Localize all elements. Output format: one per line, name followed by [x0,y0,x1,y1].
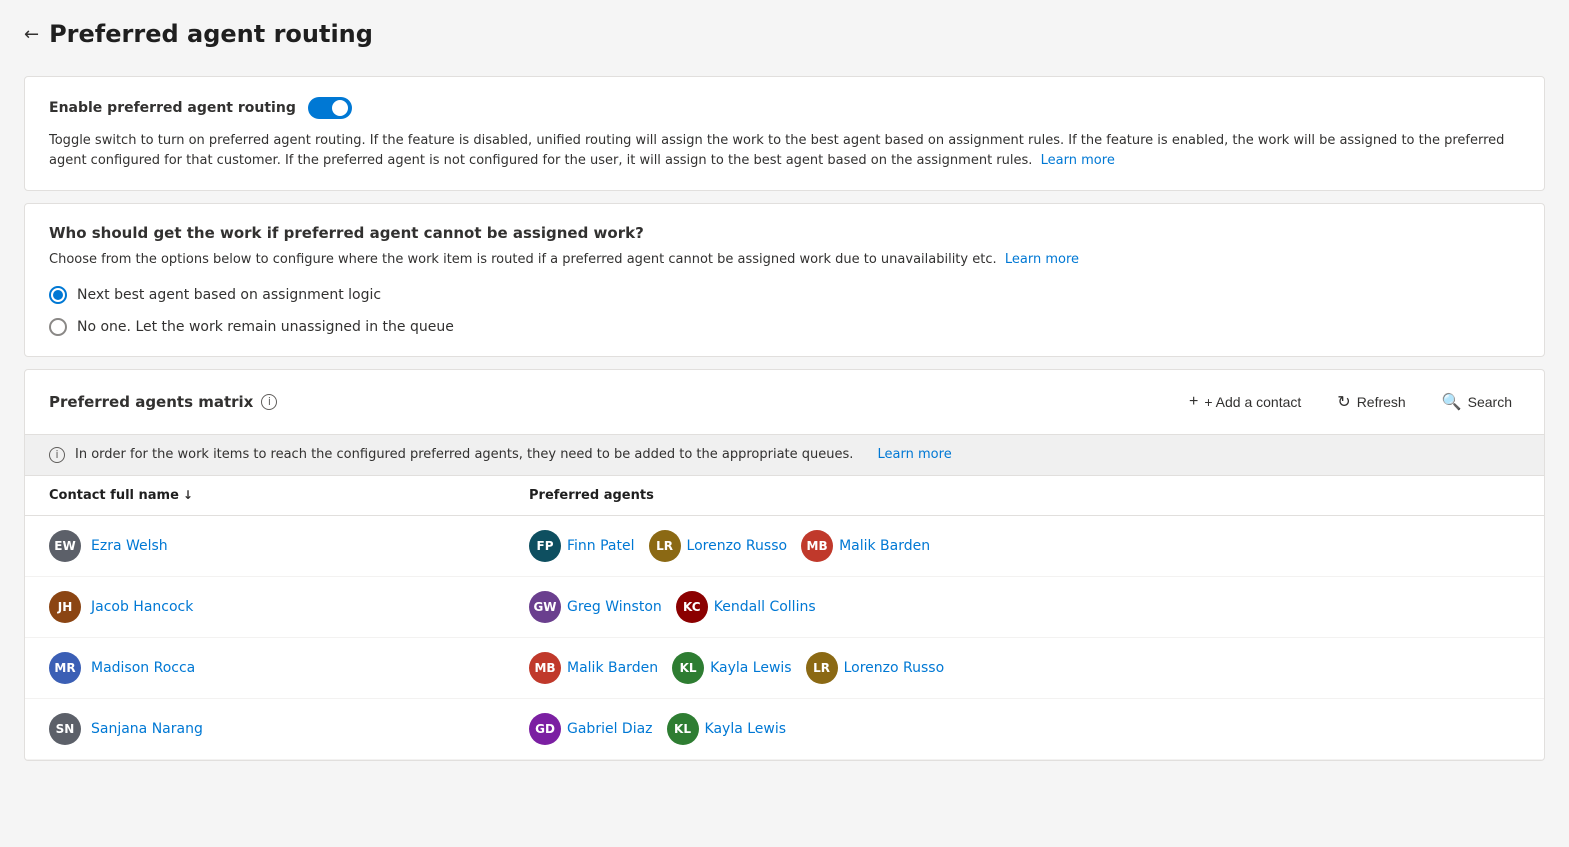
matrix-header: Preferred agents matrix i + + Add a cont… [25,370,1544,435]
banner-text: In order for the work items to reach the… [75,447,853,462]
info-banner: i In order for the work items to reach t… [25,435,1544,476]
refresh-icon: ↻ [1337,392,1350,412]
routing-subtitle: Who should get the work if preferred age… [49,224,1520,242]
sort-arrow-icon: ↓ [183,488,193,502]
table-row: SN Sanjana Narang GD Gabriel Diaz KL Kayla Le… [25,699,1544,760]
radio-option-2[interactable]: No one. Let the work remain unassigned i… [49,318,1520,336]
agent-avatar: MB [801,530,833,562]
agent-name-link[interactable]: Malik Barden [567,660,658,676]
refresh-button[interactable]: ↻ Refresh [1329,386,1413,418]
col-contact-header: Contact full name ↓ [49,488,529,503]
page-header: ← Preferred agent routing [24,20,1545,48]
agent-name-link[interactable]: Lorenzo Russo [687,538,788,554]
refresh-label: Refresh [1357,394,1406,410]
banner-info-icon: i [49,447,65,463]
table-row: JH Jacob Hancock GW Greg Winston KC Kendall C… [25,577,1544,638]
contact-cell: JH Jacob Hancock [49,591,529,623]
agent-name-link[interactable]: Malik Barden [839,538,930,554]
radio-circle-2 [49,318,67,336]
agent-name-link[interactable]: Kendall Collins [714,599,816,615]
toggle-thumb [332,100,348,116]
routing-options: Next best agent based on assignment logi… [49,286,1520,336]
agent-item: LR Lorenzo Russo [649,530,788,562]
matrix-actions: + + Add a contact ↻ Refresh 🔍 Search [1181,386,1520,418]
agent-avatar: MB [529,652,561,684]
agent-item: MB Malik Barden [529,652,658,684]
contact-cell: SN Sanjana Narang [49,713,529,745]
routing-learn-more-link[interactable]: Learn more [1005,252,1079,267]
enable-row: Enable preferred agent routing [49,97,1520,119]
agent-item: MB Malik Barden [801,530,930,562]
contact-name-link[interactable]: Sanjana Narang [91,721,203,737]
agent-avatar: KL [672,652,704,684]
agent-item: GW Greg Winston [529,591,662,623]
agent-item: KL Kayla Lewis [667,713,787,745]
page-container: ← Preferred agent routing Enable preferr… [0,0,1569,847]
banner-learn-more-link[interactable]: Learn more [878,447,952,462]
radio-label-1: Next best agent based on assignment logi… [77,287,381,303]
agent-avatar: LR [806,652,838,684]
routing-description: Choose from the options below to configu… [49,250,1520,270]
enable-description: Toggle switch to turn on preferred agent… [49,131,1520,170]
enable-toggle[interactable] [308,97,352,119]
contact-name-link[interactable]: Ezra Welsh [91,538,168,554]
contact-cell: EW Ezra Welsh [49,530,529,562]
table-row: MR Madison Rocca MB Malik Barden KL Kayla Lew… [25,638,1544,699]
agent-name-link[interactable]: Gabriel Diaz [567,721,653,737]
agent-item: LR Lorenzo Russo [806,652,945,684]
contact-avatar: JH [49,591,81,623]
table-rows: EWEzra WelshFPFinn PatelLRLorenzo RussoM… [25,516,1544,760]
agent-name-link[interactable]: Lorenzo Russo [844,660,945,676]
contact-avatar: EW [49,530,81,562]
search-icon: 🔍 [1442,392,1462,412]
contact-cell: MR Madison Rocca [49,652,529,684]
agent-item: KC Kendall Collins [676,591,816,623]
search-label: Search [1468,394,1512,410]
add-contact-button[interactable]: + + Add a contact [1181,387,1309,417]
table-header: Contact full name ↓ Preferred agents [25,476,1544,516]
matrix-section: Preferred agents matrix i + + Add a cont… [24,369,1545,761]
enable-label: Enable preferred agent routing [49,100,296,116]
contact-avatar: SN [49,713,81,745]
page-title: Preferred agent routing [49,20,373,48]
matrix-title-row: Preferred agents matrix i [49,393,277,411]
agents-cell: MB Malik Barden KL Kayla Lewis LR Lorenzo Rus… [529,652,1520,684]
matrix-title: Preferred agents matrix [49,393,253,411]
enable-learn-more-link[interactable]: Learn more [1041,153,1115,168]
contact-name-link[interactable]: Jacob Hancock [91,599,193,615]
matrix-info-icon[interactable]: i [261,394,277,410]
agent-avatar: GW [529,591,561,623]
agents-cell: GD Gabriel Diaz KL Kayla Lewis [529,713,1520,745]
agent-item: FP Finn Patel [529,530,635,562]
agents-cell: GW Greg Winston KC Kendall Collins [529,591,1520,623]
add-contact-label: + Add a contact [1204,394,1301,410]
agent-name-link[interactable]: Finn Patel [567,538,635,554]
agent-avatar: KC [676,591,708,623]
agent-item: KL Kayla Lewis [672,652,792,684]
contact-avatar: MR [49,652,81,684]
agent-name-link[interactable]: Greg Winston [567,599,662,615]
agent-name-link[interactable]: Kayla Lewis [710,660,792,676]
radio-option-1[interactable]: Next best agent based on assignment logi… [49,286,1520,304]
table-row: EW Ezra Welsh FP Finn Patel LR Lorenzo Russo M… [25,516,1544,577]
plus-icon: + [1189,393,1198,411]
agent-avatar: LR [649,530,681,562]
agents-cell: FP Finn Patel LR Lorenzo Russo MB Malik Barde… [529,530,1520,562]
agent-avatar: GD [529,713,561,745]
radio-label-2: No one. Let the work remain unassigned i… [77,319,454,335]
col-agents-header: Preferred agents [529,488,1520,503]
agent-avatar: KL [667,713,699,745]
back-button[interactable]: ← [24,24,39,45]
contact-name-link[interactable]: Madison Rocca [91,660,195,676]
routing-section: Who should get the work if preferred age… [24,203,1545,357]
matrix-table: Contact full name ↓ Preferred agents EWE… [25,476,1544,760]
agent-name-link[interactable]: Kayla Lewis [705,721,787,737]
search-button[interactable]: 🔍 Search [1434,386,1520,418]
enable-section: Enable preferred agent routing Toggle sw… [24,76,1545,191]
agent-avatar: FP [529,530,561,562]
agent-item: GD Gabriel Diaz [529,713,653,745]
radio-circle-1 [49,286,67,304]
